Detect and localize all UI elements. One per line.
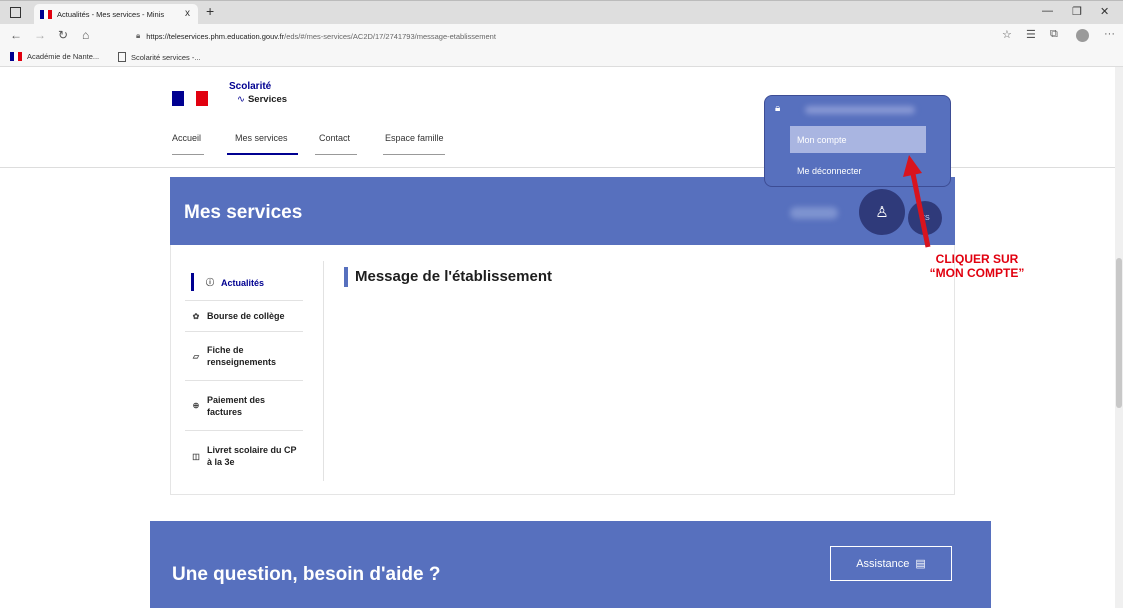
help-title: Une question, besoin d'aide ?: [172, 564, 441, 585]
site-info-icon[interactable]: 🔒︎: [136, 31, 140, 41]
sidebar-item-livret[interactable]: ◫ Livret scolaire du CP à la 3e: [185, 431, 303, 481]
browser-tab-bar: Actualités - Mes services - Minis x + — …: [0, 0, 1123, 25]
bookmark-label: Académie de Nante...: [27, 52, 100, 61]
bookmark-academie[interactable]: Académie de Nante...: [10, 52, 99, 61]
url-field[interactable]: 🔒︎ https://teleservices.phm.education.go…: [136, 28, 1022, 44]
nav-underline-active: [227, 153, 298, 155]
browser-profile-icon[interactable]: [1076, 29, 1089, 42]
help-banner: Une question, besoin d'aide ? Assistance…: [150, 521, 991, 608]
info-icon: ⓘ: [206, 278, 214, 287]
title-accent-bar: [344, 267, 348, 287]
sidebar-item-fiche[interactable]: ▱ Fiche de renseignements: [185, 332, 303, 381]
browser-tab-active[interactable]: Actualités - Mes services - Minis x: [34, 4, 198, 25]
document-icon: ▱: [192, 351, 200, 361]
favicon-icon: [10, 52, 22, 61]
services-banner: Mes services ♙ ES: [170, 177, 955, 245]
minimize-icon[interactable]: —: [1042, 5, 1053, 17]
user-icon: ♙: [875, 204, 889, 221]
assistance-icon: ▤: [915, 558, 926, 570]
tab-close-icon[interactable]: x: [185, 8, 190, 19]
tab-actions-icon[interactable]: [10, 7, 21, 18]
bookmark-scolarite[interactable]: Scolarité services -...: [118, 52, 201, 62]
nav-espace-famille[interactable]: Espace famille: [385, 133, 444, 143]
new-tab-button[interactable]: +: [206, 3, 214, 19]
favicon-icon: [40, 10, 52, 19]
nav-mes-services[interactable]: Mes services: [235, 133, 288, 143]
user-account-button[interactable]: ♙: [859, 189, 905, 235]
logo-services: ∿ Services: [237, 94, 288, 105]
url-host: https://teleservices.phm.education.gouv.…: [146, 31, 285, 41]
blurred-account-name: [805, 106, 915, 114]
favorite-star-icon[interactable]: ☆: [1002, 28, 1012, 41]
back-icon[interactable]: ←: [10, 28, 22, 42]
bourse-icon: ✿: [192, 311, 200, 321]
nav-contact[interactable]: Contact: [319, 133, 350, 143]
home-icon[interactable]: ⌂: [82, 28, 89, 42]
book-icon: ◫: [192, 451, 200, 461]
collections-icon[interactable]: ⧉: [1050, 28, 1058, 41]
nav-underline: [383, 154, 445, 155]
scrollbar-thumb[interactable]: [1116, 258, 1122, 408]
url-path: /eds/#/mes-services/AC2D/17/2741793/mess…: [284, 31, 496, 41]
red-arrow-annotation: [903, 155, 931, 248]
address-bar: ← → ↻ ⌂ 🔒︎ https://teleservices.phm.educ…: [0, 24, 1123, 48]
sidebar-item-paiement[interactable]: ⊕ Paiement des factures: [185, 381, 303, 431]
assistance-button[interactable]: Assistance ▤: [830, 546, 952, 581]
menu-item-mon-compte[interactable]: Mon compte: [790, 126, 926, 153]
bookmark-label: Scolarité services -...: [131, 52, 201, 62]
nav-underline: [172, 154, 204, 155]
forward-icon[interactable]: →: [34, 28, 46, 42]
page-scrollbar[interactable]: [1115, 67, 1123, 608]
republique-flag-logo[interactable]: [172, 91, 208, 106]
favorites-icon[interactable]: ☰: [1026, 28, 1036, 41]
more-icon[interactable]: ···: [1104, 28, 1115, 40]
sidebar-item-actualites[interactable]: ⓘ Actualités: [185, 265, 303, 301]
logo-scolarite: Scolarité: [229, 81, 272, 92]
blurred-username: [790, 207, 838, 219]
message-title: Message de l'établissement: [355, 268, 552, 285]
page-viewport: Scolarité ∿ Services Accueil Mes services…: [0, 67, 1123, 608]
content-panel: ⓘ Actualités ✿ Bourse de collège ▱ Fiche…: [170, 245, 955, 495]
tab-title: Actualités - Mes services - Minis: [57, 10, 165, 19]
page-title: Mes services: [184, 202, 303, 223]
payment-icon: ⊕: [192, 401, 200, 410]
nav-accueil[interactable]: Accueil: [172, 133, 201, 143]
lock-icon: 🔒︎: [775, 103, 781, 114]
instruction-callout: CLIQUER SUR “MON COMPTE”: [929, 252, 1025, 280]
menu-item-me-deconnecter[interactable]: Me déconnecter: [797, 166, 862, 176]
sidebar-item-bourse[interactable]: ✿ Bourse de collège: [185, 301, 303, 332]
nav-underline: [315, 154, 357, 155]
close-window-icon[interactable]: ✕: [1100, 5, 1109, 18]
maximize-icon[interactable]: ❐: [1072, 5, 1082, 18]
bookmarks-bar: Académie de Nante... Scolarité services …: [0, 48, 1123, 67]
document-icon: [118, 52, 126, 62]
reload-icon[interactable]: ↻: [58, 28, 68, 42]
sidebar-divider: [323, 261, 324, 481]
swoosh-icon: ∿: [237, 94, 245, 105]
